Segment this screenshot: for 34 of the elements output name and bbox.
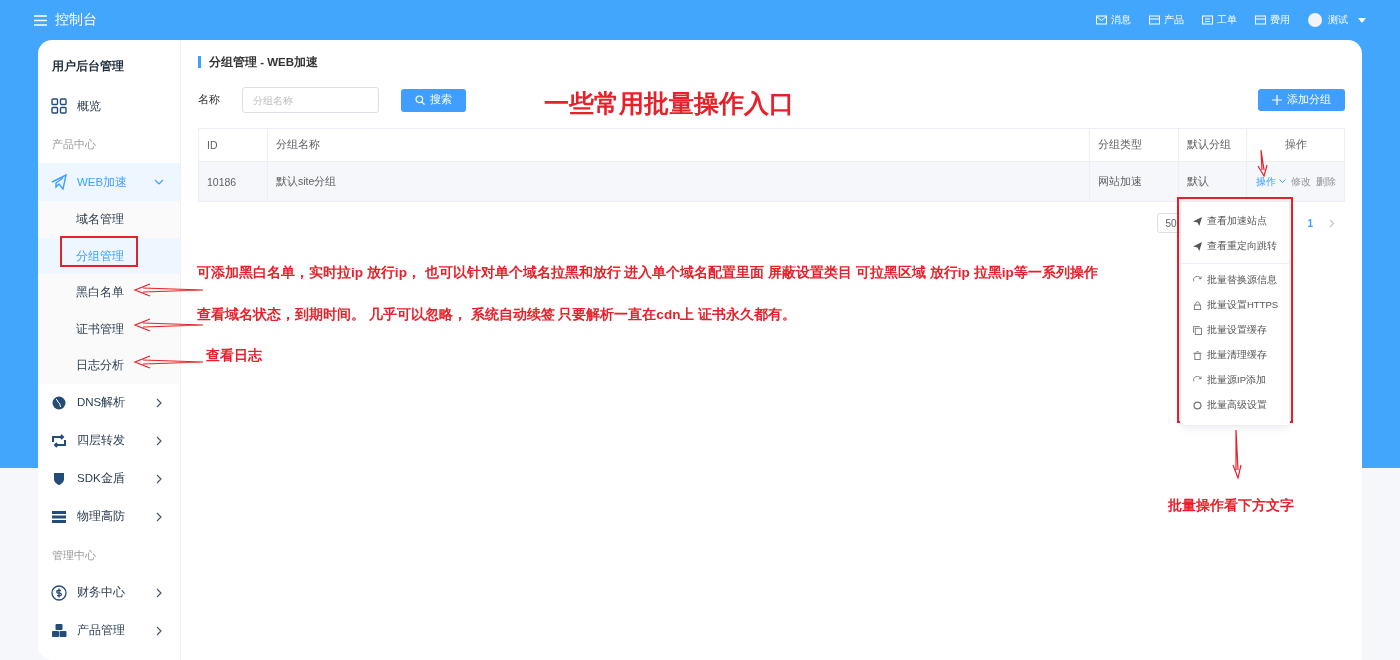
menu-item[interactable]: 批量设置HTTPS [1181,293,1289,318]
field-label: 名称 [198,93,221,107]
sidebar-item[interactable]: 四层转发 [38,421,180,460]
annotation-note: 可添加黑白名单，实时拉ip 放行ip， 也可以针对单个域名拉黑和放行 进入单个域名配置里面 屏蔽设置类目 可拉黑区域 放行ip 拉黑ip等一系列操作 [197,264,1098,282]
submenu-item[interactable]: 域名管理 [38,201,180,238]
menu-item[interactable]: 批量高级设置 [1181,393,1289,418]
sidebar-heading: 管理中心 [51,547,97,563]
sidebar-item[interactable]: 物理高防 [38,497,180,536]
annotation-note: 查看域名状态，到期时间。 几乎可以忽略， 系统自动续签 只要解析一直在cdn上 证书永久都有。 [197,306,797,324]
table-cell: 网站加速 [1090,162,1179,201]
sidebar-item[interactable]: SDK金盾 [38,459,180,498]
table-cell: 默认site分组 [268,162,1090,201]
menu-item[interactable]: 批量清理缓存 [1181,343,1289,368]
sidebar-item[interactable]: 财务中心 [38,573,180,612]
table-cell: 10186 [199,162,268,201]
sidebar-title: 用户后台管理 [51,58,125,75]
menu-item[interactable]: 批量设置缓存 [1181,318,1289,343]
annotation-note: 批量操作看下方文字 [1168,497,1294,515]
page-title: 分组管理 - WEB加速 [198,56,1345,68]
app-title: 控制台 [55,11,97,29]
sidebar-item[interactable]: 产品管理 [38,611,180,650]
menu-item[interactable]: 查看加速站点 [1181,209,1289,234]
menu-item[interactable]: 批量替换源信息 [1181,268,1289,293]
submenu-item[interactable]: 黑白名单 [38,274,180,311]
menu-item[interactable]: 查看重定向跳转 [1181,234,1289,259]
annotation-headline: 一些常用批量操作入口 [544,88,794,119]
sidebar-heading: 产品中心 [51,137,97,152]
annotation-note: 查看日志 [206,347,262,365]
sidebar-item[interactable]: 概览 [38,87,180,125]
column-header: 操作 [1283,137,1308,152]
submenu-item[interactable]: 证书管理 [38,310,180,347]
sidebar-item[interactable]: DNS解析 [38,383,180,422]
submenu-item[interactable]: 日志分析 [38,347,180,384]
menu-item[interactable]: 批量源IP添加 [1181,368,1289,393]
